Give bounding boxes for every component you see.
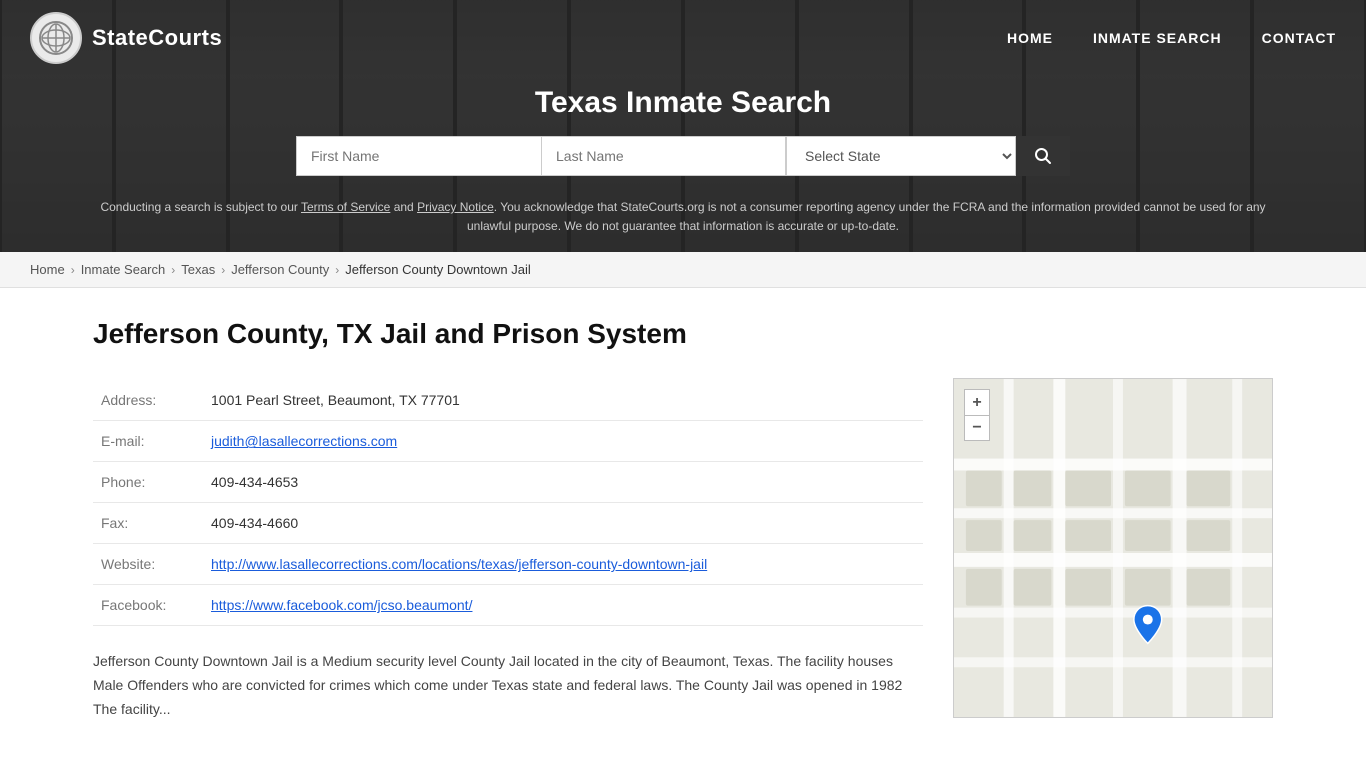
website-value: http://www.lasallecorrections.com/locati… bbox=[203, 544, 923, 585]
fax-value: 409-434-4660 bbox=[203, 503, 923, 544]
breadcrumb-current: Jefferson County Downtown Jail bbox=[345, 262, 530, 277]
facebook-value: https://www.facebook.com/jcso.beaumont/ bbox=[203, 585, 923, 626]
search-bar: Select State Alabama Texas California Fl… bbox=[20, 136, 1346, 176]
info-table: Address: 1001 Pearl Street, Beaumont, TX… bbox=[93, 380, 923, 626]
navbar: StateCourts HOME INMATE SEARCH CONTACT bbox=[0, 0, 1366, 76]
map-container: + − bbox=[953, 378, 1273, 718]
address-value: 1001 Pearl Street, Beaumont, TX 77701 bbox=[203, 380, 923, 421]
phone-label: Phone: bbox=[93, 462, 203, 503]
breadcrumb: Home › Inmate Search › Texas › Jefferson… bbox=[0, 252, 1366, 288]
main-content: Jefferson County, TX Jail and Prison Sys… bbox=[53, 288, 1313, 751]
privacy-link[interactable]: Privacy Notice bbox=[417, 200, 494, 214]
state-select[interactable]: Select State Alabama Texas California Fl… bbox=[786, 136, 1016, 176]
last-name-input[interactable] bbox=[541, 136, 786, 176]
email-label: E-mail: bbox=[93, 421, 203, 462]
fax-row: Fax: 409-434-4660 bbox=[93, 503, 923, 544]
email-value: judith@lasallecorrections.com bbox=[203, 421, 923, 462]
phone-row: Phone: 409-434-4653 bbox=[93, 462, 923, 503]
breadcrumb-inmate-search[interactable]: Inmate Search bbox=[81, 262, 166, 277]
breadcrumb-sep-1: › bbox=[71, 263, 75, 277]
breadcrumb-sep-4: › bbox=[335, 263, 339, 277]
map-zoom-controls: + − bbox=[964, 389, 990, 441]
breadcrumb-sep-3: › bbox=[221, 263, 225, 277]
logo-svg bbox=[38, 20, 74, 56]
hero-section: Texas Inmate Search Select State Alabama… bbox=[0, 76, 1366, 252]
address-row: Address: 1001 Pearl Street, Beaumont, TX… bbox=[93, 380, 923, 421]
breadcrumb-texas[interactable]: Texas bbox=[181, 262, 215, 277]
nav-inmate-search[interactable]: INMATE SEARCH bbox=[1093, 30, 1222, 46]
breadcrumb-home[interactable]: Home bbox=[30, 262, 65, 277]
search-icon bbox=[1034, 147, 1052, 165]
facebook-label: Facebook: bbox=[93, 585, 203, 626]
tos-link[interactable]: Terms of Service bbox=[301, 200, 390, 214]
website-link[interactable]: http://www.lasallecorrections.com/locati… bbox=[211, 556, 707, 572]
logo-icon bbox=[30, 12, 82, 64]
search-button[interactable] bbox=[1016, 136, 1070, 176]
nav-home[interactable]: HOME bbox=[1007, 30, 1053, 46]
website-label: Website: bbox=[93, 544, 203, 585]
first-name-input[interactable] bbox=[296, 136, 541, 176]
map-zoom-out[interactable]: − bbox=[964, 415, 990, 441]
nav-contact[interactable]: CONTACT bbox=[1262, 30, 1336, 46]
logo-area: StateCourts bbox=[30, 12, 222, 64]
address-label: Address: bbox=[93, 380, 203, 421]
breadcrumb-jefferson-county[interactable]: Jefferson County bbox=[231, 262, 329, 277]
phone-value: 409-434-4653 bbox=[203, 462, 923, 503]
email-row: E-mail: judith@lasallecorrections.com bbox=[93, 421, 923, 462]
page-heading: Jefferson County, TX Jail and Prison Sys… bbox=[93, 318, 923, 350]
facebook-link[interactable]: https://www.facebook.com/jcso.beaumont/ bbox=[211, 597, 472, 613]
content-left: Jefferson County, TX Jail and Prison Sys… bbox=[93, 318, 923, 721]
map-svg bbox=[954, 379, 1272, 717]
description-text: Jefferson County Downtown Jail is a Medi… bbox=[93, 650, 923, 721]
facebook-row: Facebook: https://www.facebook.com/jcso.… bbox=[93, 585, 923, 626]
fax-label: Fax: bbox=[93, 503, 203, 544]
breadcrumb-sep-2: › bbox=[171, 263, 175, 277]
hero-title: Texas Inmate Search bbox=[20, 86, 1346, 120]
website-row: Website: http://www.lasallecorrections.c… bbox=[93, 544, 923, 585]
logo-text: StateCourts bbox=[92, 25, 222, 51]
nav-links: HOME INMATE SEARCH CONTACT bbox=[1007, 30, 1336, 46]
map-zoom-in[interactable]: + bbox=[964, 389, 990, 415]
disclaimer-text: Conducting a search is subject to our Te… bbox=[20, 188, 1346, 252]
email-link[interactable]: judith@lasallecorrections.com bbox=[211, 433, 397, 449]
header: StateCourts HOME INMATE SEARCH CONTACT T… bbox=[0, 0, 1366, 252]
